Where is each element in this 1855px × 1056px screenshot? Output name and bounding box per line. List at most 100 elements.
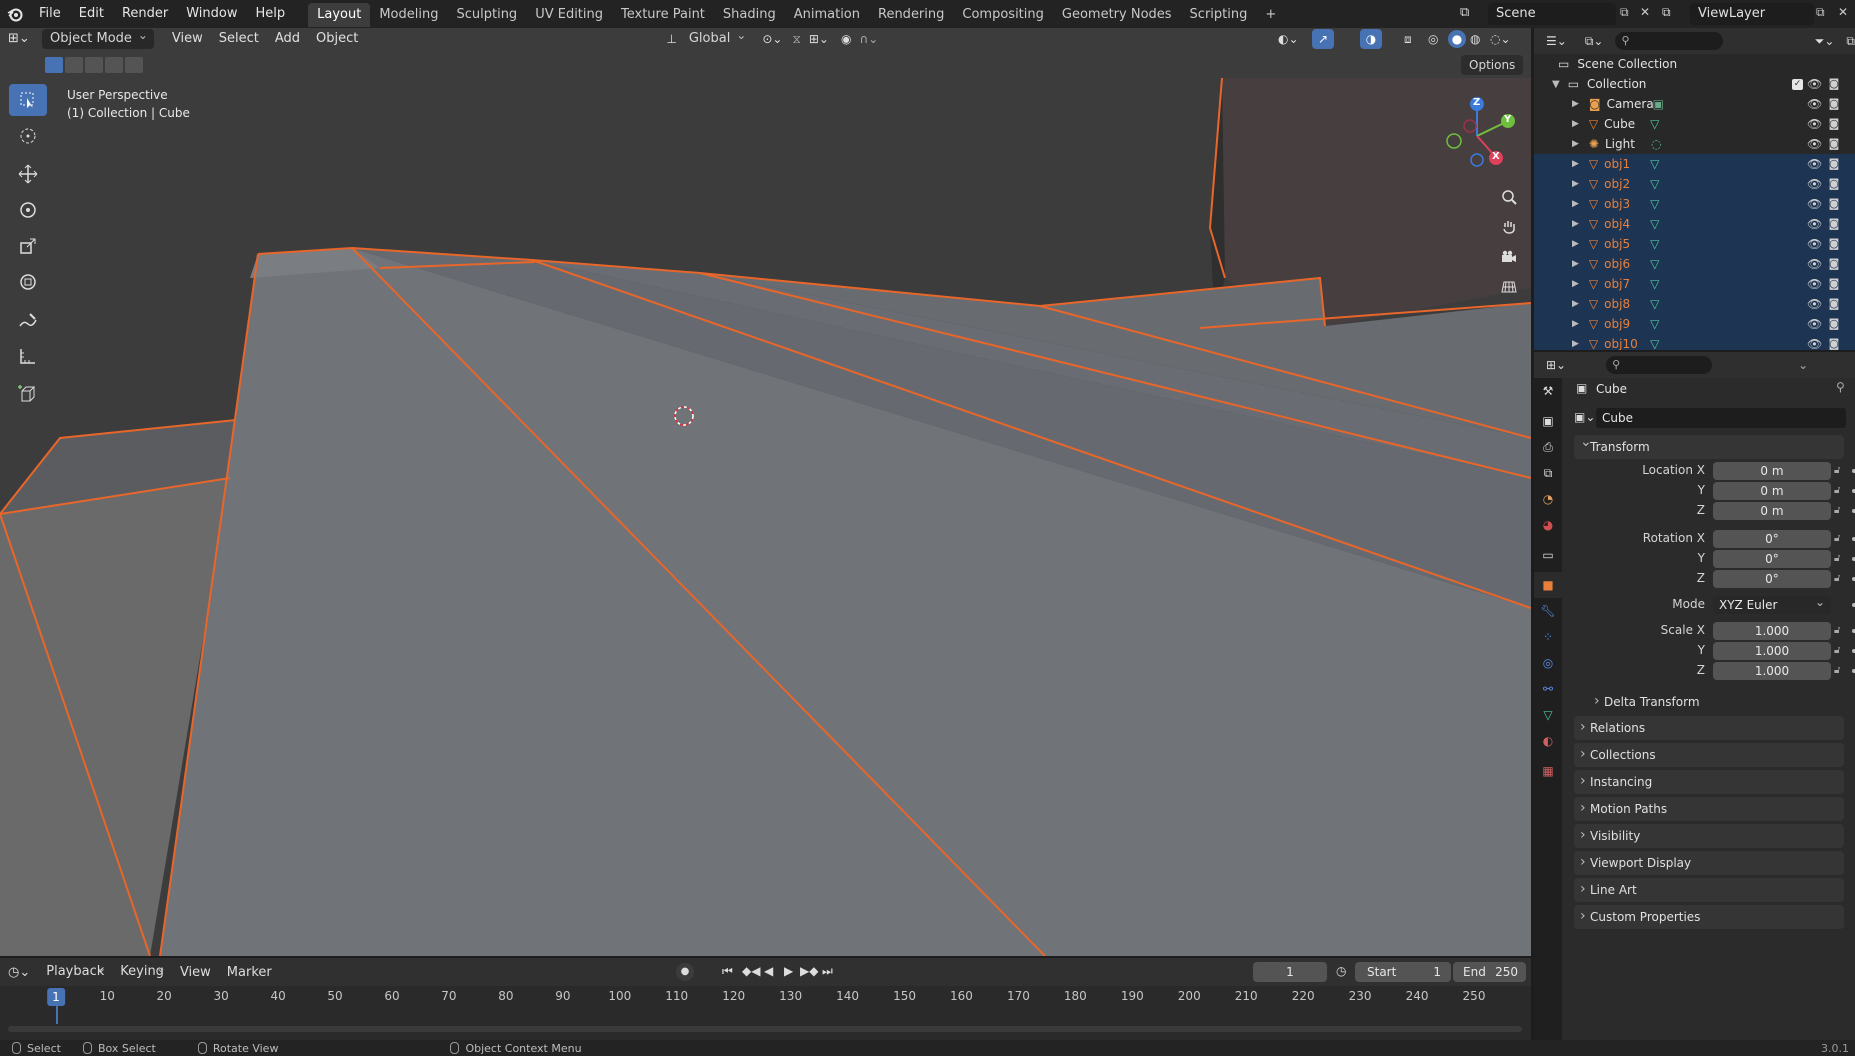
tab-shading[interactable]: Shading [714, 3, 785, 27]
modifier-tab-icon[interactable]: 🔧︎ [1534, 598, 1562, 624]
location-y-field[interactable]: 0 m [1713, 482, 1831, 500]
zoom-icon[interactable] [1495, 183, 1523, 211]
menu-view[interactable]: View [164, 29, 211, 49]
scale-x-field[interactable]: 1.000 [1713, 622, 1831, 640]
snap-icon[interactable]: ⧖ [792, 32, 800, 47]
collapse-toggle-icon[interactable]: ▼ [1552, 79, 1560, 90]
transform-tool-icon[interactable] [9, 266, 47, 298]
output-tab-icon[interactable]: ⎙ [1534, 434, 1562, 460]
outliner-item[interactable]: ▶ ▽ Cube ▽ 👁︎ ◙ [1534, 114, 1855, 134]
eye-icon[interactable]: 👁︎ [1807, 137, 1822, 151]
constraints-tab-icon[interactable]: ⚯ [1534, 676, 1562, 702]
new-scene-icon[interactable]: ⧉ [1620, 5, 1629, 20]
object-data-icon[interactable]: ▽ [1650, 277, 1659, 291]
outliner-item[interactable]: ▶ ▽ obj6 ▽ 👁︎ ◙ [1534, 254, 1855, 274]
select-extend-icon[interactable] [65, 57, 83, 73]
object-data-icon[interactable]: ▽ [1650, 157, 1659, 171]
scale-z-field[interactable]: 1.000 [1713, 662, 1831, 680]
blender-logo-icon[interactable] [0, 0, 30, 28]
frame-ruler[interactable]: 1 10 20 30 40 50 60 70 80 90 100 110 120 130 140 150 160… [0, 986, 1531, 1024]
pivot-icon[interactable]: ⊙⌄ [762, 32, 782, 46]
new-collection-icon[interactable]: ⧉ [1846, 34, 1855, 49]
select-box-tool-icon[interactable] [9, 84, 47, 116]
panel-header-visibility[interactable]: Visibility [1574, 823, 1844, 848]
menu-render[interactable]: Render [113, 0, 177, 28]
eye-icon[interactable]: 👁︎ [1807, 257, 1822, 271]
move-tool-icon[interactable] [9, 158, 47, 190]
scene-tab-icon[interactable]: ◔ [1534, 486, 1562, 512]
menu-object[interactable]: Object [308, 29, 366, 49]
outliner-search-input[interactable]: ⚲ [1615, 32, 1723, 50]
shading-wireframe-icon[interactable]: ◎ [1428, 32, 1438, 46]
playhead-line[interactable] [56, 1006, 58, 1024]
overlay-toggle-icon[interactable]: ◑ [1360, 29, 1382, 49]
expand-toggle-icon[interactable]: ▶ [1572, 199, 1579, 209]
panel-header-instancing[interactable]: Instancing [1574, 769, 1844, 794]
object-data-icon[interactable]: ▽ [1650, 117, 1659, 131]
eye-icon[interactable]: 👁︎ [1807, 217, 1822, 231]
rotation-z-lock-icon[interactable]: 🔓︎ [1834, 573, 1846, 585]
render-camera-icon[interactable]: ◙ [1827, 157, 1841, 171]
eye-icon[interactable]: 👁︎ [1807, 97, 1822, 111]
outliner-item[interactable]: ▶ ▽ obj2 ▽ 👁︎ ◙ [1534, 174, 1855, 194]
eye-icon[interactable]: 👁︎ [1807, 337, 1822, 350]
properties-editor-type-icon[interactable]: ⊞⌄ [1546, 358, 1566, 372]
tab-scripting[interactable]: Scripting [1181, 3, 1257, 27]
object-data-icon[interactable]: ▽ [1650, 337, 1659, 350]
expand-toggle-icon[interactable]: ▶ [1572, 159, 1579, 169]
object-data-icon[interactable]: ▽ [1650, 177, 1659, 191]
3d-viewport[interactable]: ⊞⌄ Object Mode View Select Add Object ⊥ … [0, 28, 1531, 956]
transform-orientation-dropdown[interactable]: Global [681, 28, 752, 49]
measure-tool-icon[interactable] [9, 340, 47, 372]
outliner-item[interactable]: ▶ ▽ obj7 ▽ 👁︎ ◙ [1534, 274, 1855, 294]
eye-icon[interactable]: 👁︎ [1807, 277, 1822, 291]
preview-range-icon[interactable]: ◷ [1336, 964, 1346, 978]
object-data-icon[interactable]: ▽ [1650, 317, 1659, 331]
rotation-y-field[interactable]: 0° [1713, 550, 1831, 568]
render-camera-icon[interactable]: ◙ [1827, 177, 1841, 191]
expand-toggle-icon[interactable]: ▶ [1572, 139, 1579, 149]
tool-tab-icon[interactable]: ⚒ [1534, 378, 1562, 404]
editor-type-icon[interactable]: ⊞⌄ [0, 29, 36, 49]
location-y-lock-icon[interactable]: 🔓︎ [1834, 485, 1846, 497]
pan-hand-icon[interactable] [1495, 212, 1523, 240]
scale-z-lock-icon[interactable]: 🔓︎ [1834, 665, 1846, 677]
rotate-tool-icon[interactable] [9, 194, 47, 226]
expand-toggle-icon[interactable]: ▶ [1572, 279, 1579, 289]
object-data-icon[interactable]: ▽ [1650, 297, 1659, 311]
physics-tab-icon[interactable]: ◎ [1534, 650, 1562, 676]
panel-header-custom-properties[interactable]: Custom Properties [1574, 904, 1844, 929]
menu-edit[interactable]: Edit [70, 0, 113, 28]
select-intersect-icon[interactable] [125, 57, 143, 73]
panel-header-relations[interactable]: Relations [1574, 715, 1844, 740]
menu-add[interactable]: Add [267, 29, 308, 49]
new-view-layer-icon[interactable]: ⧉ [1816, 5, 1825, 20]
rotation-x-lock-icon[interactable]: 🔓︎ [1834, 533, 1846, 545]
eye-icon[interactable]: 👁︎ [1807, 297, 1822, 311]
perspective-grid-icon[interactable] [1495, 273, 1523, 301]
view-layer-tab-icon[interactable]: ⧉ [1534, 460, 1562, 486]
tab-uv-editing[interactable]: UV Editing [526, 3, 612, 27]
tab-texture-paint[interactable]: Texture Paint [612, 3, 714, 27]
delta-transform-subpanel[interactable]: Delta Transform [1588, 689, 1844, 714]
play-icon[interactable]: ▶ [784, 964, 793, 978]
expand-toggle-icon[interactable]: ▶ [1572, 239, 1579, 249]
object-data-icon[interactable]: ◌ [1651, 137, 1661, 151]
orientation-icon[interactable]: ⊥ [666, 32, 676, 46]
add-cube-tool-icon[interactable] [9, 378, 47, 410]
expand-toggle-icon[interactable]: ▶ [1572, 219, 1579, 229]
scale-x-lock-icon[interactable]: 🔓︎ [1834, 625, 1846, 637]
select-invert-icon[interactable] [105, 57, 123, 73]
location-z-lock-icon[interactable]: 🔓︎ [1834, 505, 1846, 517]
expand-toggle-icon[interactable]: ▶ [1572, 119, 1579, 129]
timeline-menu-view[interactable]: View [172, 965, 219, 980]
material-tab-icon[interactable]: ◐ [1534, 728, 1562, 754]
location-z-field[interactable]: 0 m [1713, 502, 1831, 520]
outliner-collection[interactable]: ▼ ▭ Collection ✓ 👁︎ ◙ [1534, 74, 1855, 94]
scale-y-field[interactable]: 1.000 [1713, 642, 1831, 660]
object-datablock-icon[interactable]: ▣⌄ [1574, 410, 1595, 424]
tab-animation[interactable]: Animation [785, 3, 869, 27]
falloff-icon[interactable]: ∩⌄ [859, 32, 878, 46]
expand-toggle-icon[interactable]: ▶ [1572, 179, 1579, 189]
camera-view-icon[interactable] [1495, 243, 1523, 271]
